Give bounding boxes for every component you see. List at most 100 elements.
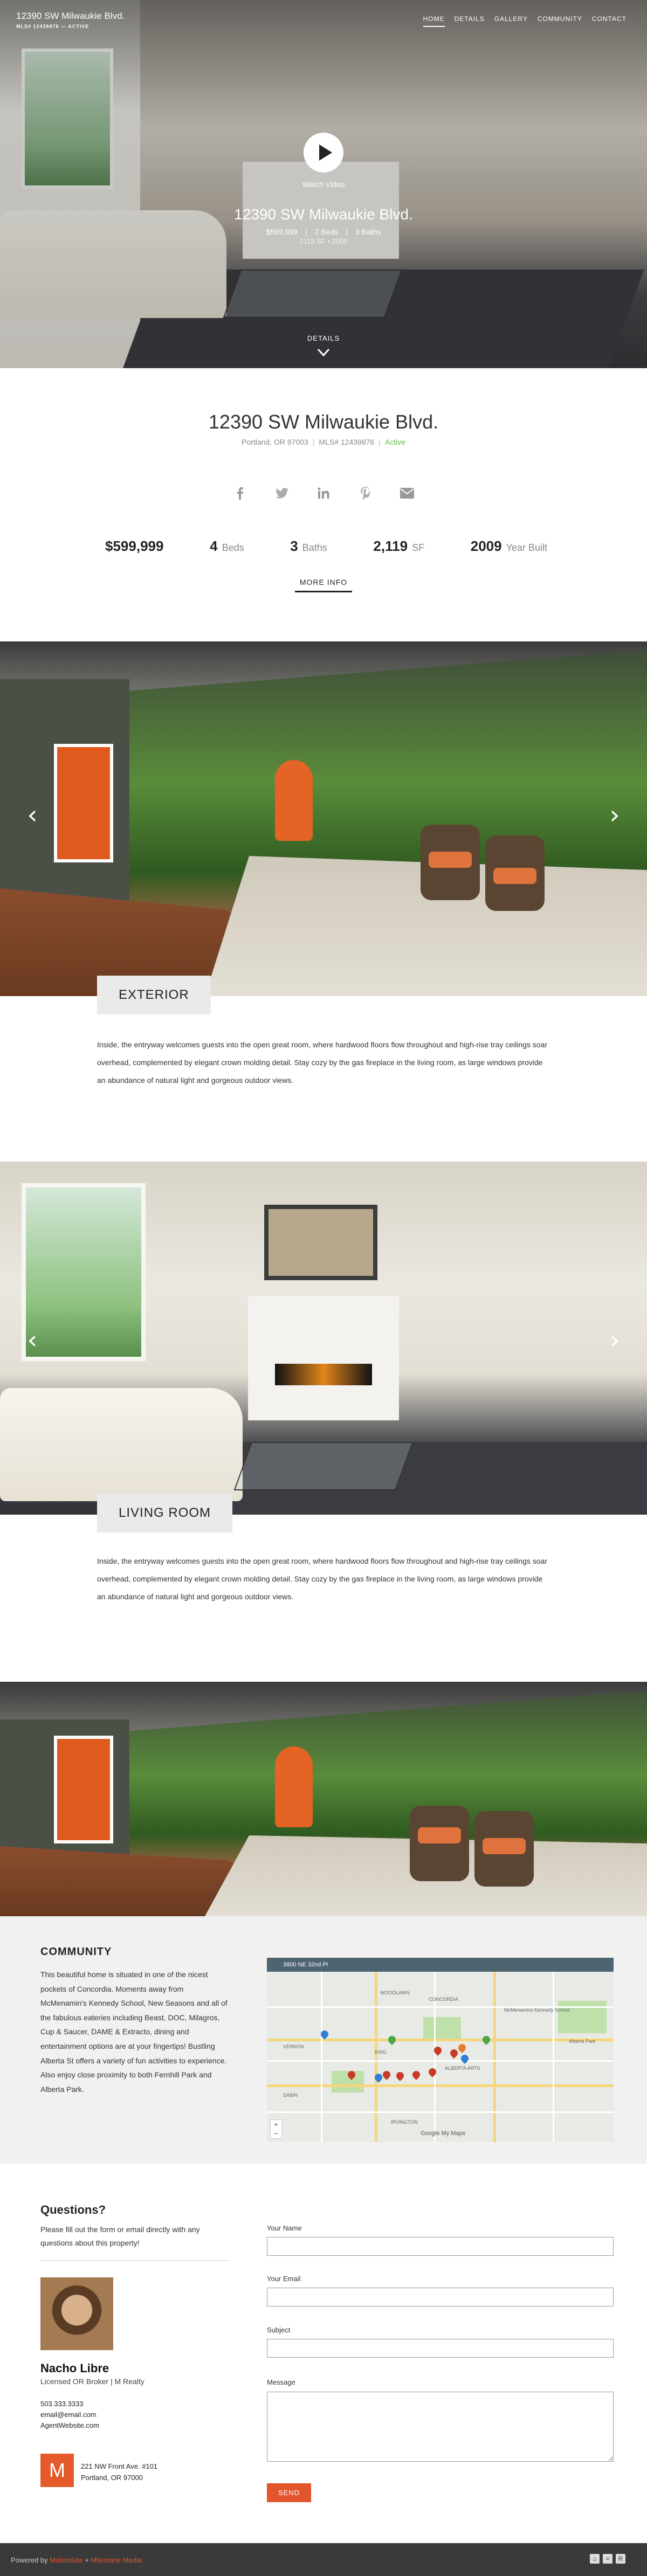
hero-stats: $599,999 | 2 Beds | 3 Baths [266,227,381,236]
living-room-label: LIVING ROOM [97,1494,233,1532]
agent-avatar [40,2277,113,2350]
site-title[interactable]: 12390 SW Milwaukie Blvd. [16,11,125,22]
brokerage-logo: M [40,2454,74,2487]
email-icon[interactable] [399,485,415,501]
nav-community[interactable]: COMMUNITY [538,15,582,27]
stat-year-built: 2009 Year Built [470,538,547,554]
property-mls: MLS# 12439876 [319,438,375,446]
hero-subline: 2119 SF • 2009 [299,237,348,245]
property-city: Portland, OR 97003 [242,438,308,446]
map-pin-icon[interactable] [387,2034,397,2045]
next-arrow-icon[interactable]: › [607,1327,623,1353]
wall-art [264,1205,377,1280]
map-pin-icon[interactable] [459,2053,470,2064]
nav-gallery[interactable]: GALLERY [494,15,528,27]
facebook-icon[interactable] [232,485,248,501]
map-pin-icon[interactable] [481,2034,492,2045]
prev-arrow-icon[interactable]: ‹ [24,802,40,828]
property-address: 12390 SW Milwaukie Blvd. [208,411,439,433]
patio-photo [0,1682,647,1916]
orange-door [54,744,113,862]
community-section: COMMUNITY This beautiful home is situate… [0,1916,647,2164]
name-field[interactable] [267,2237,614,2256]
send-button[interactable]: SEND [267,2483,311,2502]
name-label: Your Name [267,2224,302,2232]
agent-email[interactable]: email@email.com [40,2409,99,2420]
footer-badges: ⌂ = R [590,2554,625,2564]
realtor-badge-icon: R [616,2554,625,2564]
nav-home[interactable]: HOME [423,15,445,27]
living-room-description: Inside, the entryway welcomes guests int… [97,1557,548,1601]
chevron-down-icon[interactable] [316,345,331,360]
message-label: Message [267,2378,295,2386]
map-zoom-control[interactable]: + − [270,2119,282,2139]
main-nav: HOME DETAILS GALLERY COMMUNITY CONTACT [423,15,627,27]
property-meta: Portland, OR 97003 | MLS# 12439876 | Active [242,438,405,446]
hero-banner: 12390 SW Milwaukie Blvd. MLS# 12439876 —… [0,0,647,368]
pinterest-icon[interactable] [357,485,374,501]
hero-beds: 2 Beds [314,227,339,236]
agent-phone[interactable]: 503.333.3333 [40,2399,99,2409]
agent-website[interactable]: AgentWebsite.com [40,2420,99,2431]
office-address: 221 NW Front Ave. #101 Portland, OR 9700… [81,2462,158,2482]
map-title-bar: 3800 NE 32nd Pl [267,1958,614,1972]
living-room-photo [0,1162,647,1515]
equal-housing-icon: = [603,2554,612,2564]
twitter-icon[interactable] [274,485,290,501]
exterior-description: Inside, the entryway welcomes guests int… [97,1040,548,1085]
footer-brand-link[interactable]: MotionSite [50,2556,82,2564]
exterior-label: EXTERIOR [97,976,211,1014]
stat-baths: 3 Baths [290,538,327,554]
social-share-bar [232,485,415,501]
stat-sqft: 2,119 SF [373,538,425,554]
hero-address: 12390 SW Milwaukie Blvd. [234,206,413,223]
hero-price: $599,999 [266,227,298,236]
play-video-button[interactable] [304,133,343,172]
divider [40,2260,229,2261]
more-info-link[interactable]: MORE INFO [291,578,356,586]
top-navigation: 12390 SW Milwaukie Blvd. MLS# 12439876 —… [0,0,647,38]
linkedin-icon[interactable] [315,485,332,501]
email-label: Your Email [267,2275,301,2283]
subject-label: Subject [267,2326,291,2334]
agent-contact-info: 503.333.3333 email@email.com AgentWebsit… [40,2399,99,2431]
orange-door [54,1736,113,1843]
community-text: This beautiful home is situated in one o… [40,1970,228,2094]
more-info-underline [295,591,352,592]
map-pin-icon[interactable] [427,2067,438,2077]
exterior-photo [0,641,647,996]
stat-price: $599,999 [105,538,164,554]
nav-details[interactable]: DETAILS [455,15,485,27]
stat-beds: 4 Beds [210,538,244,554]
questions-text: Please fill out the form or email direct… [40,2225,200,2248]
community-map[interactable]: 3800 NE 32nd Pl WOODLAWN CONCORDIA VERNO… [267,1958,614,2142]
message-field[interactable] [267,2392,614,2462]
next-arrow-icon[interactable]: › [607,802,623,828]
outdoor-fireplace [275,760,313,841]
map-pin-icon[interactable] [395,2070,405,2081]
subject-field[interactable] [267,2339,614,2358]
watch-video-label[interactable]: Watch Video [270,180,377,189]
community-title: COMMUNITY [40,1946,112,1958]
map-title: 3800 NE 32nd Pl [283,1962,328,1968]
status-badge: Active [384,438,405,446]
footer-brand-link[interactable]: Milestone Media [91,2556,142,2564]
map-pin-icon[interactable] [411,2069,422,2080]
map-pin-icon[interactable] [449,2048,459,2059]
nav-contact[interactable]: CONTACT [592,15,627,27]
map-credit: Google My Maps [421,2130,466,2137]
outdoor-fireplace [275,1746,313,1827]
questions-title: Questions? [40,2203,106,2216]
property-stats: $599,999 4 Beds 3 Baths 2,119 SF 2009 Year B… [105,538,547,555]
hero-baths: 3 Baths [355,227,381,236]
prev-arrow-icon[interactable]: ‹ [24,1327,40,1353]
map-pin-icon[interactable] [381,2069,392,2080]
email-field[interactable] [267,2288,614,2306]
site-meta: MLS# 12439876 — ACTIVE [16,24,90,29]
footer: Powered by MotionSite + Milestone Media … [0,2543,647,2576]
map-pin-icon[interactable] [457,2042,467,2053]
details-link[interactable]: DETAILS [297,334,350,342]
agent-name: Nacho Libre [40,2361,109,2375]
mls-badge-icon: ⌂ [590,2554,600,2564]
play-icon [319,144,332,161]
